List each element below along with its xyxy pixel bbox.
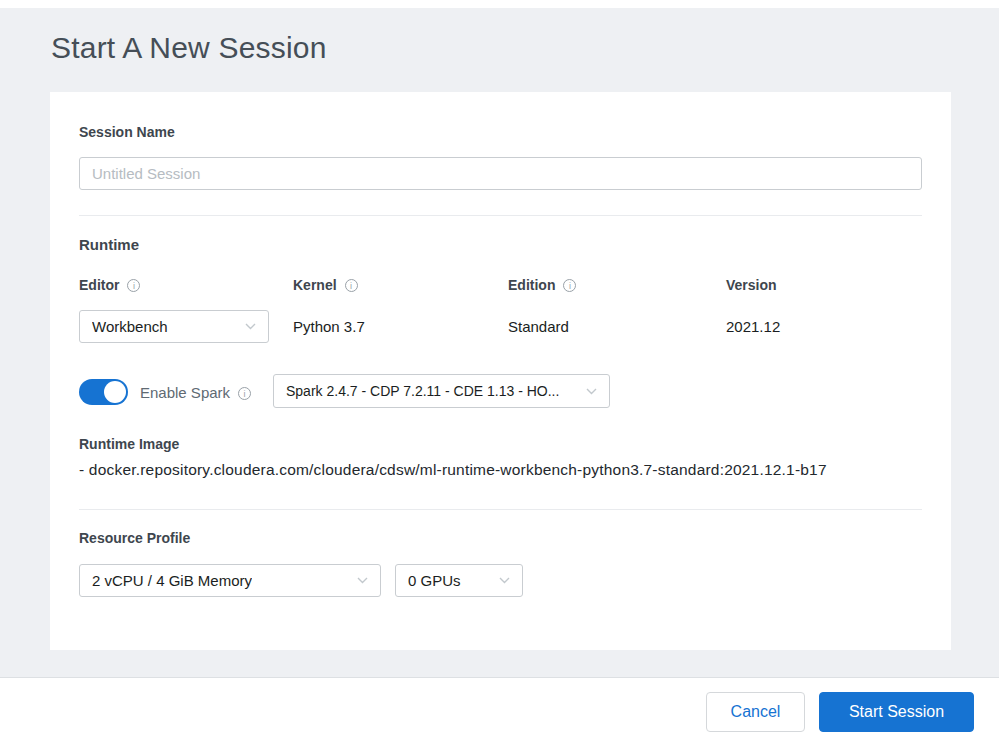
session-name-label: Session Name xyxy=(79,124,175,140)
version-value: 2021.12 xyxy=(726,318,780,335)
enable-spark-toggle[interactable] xyxy=(79,379,128,405)
chevron-down-icon xyxy=(245,323,256,330)
resource-profile-label: Resource Profile xyxy=(79,530,190,546)
editor-select[interactable]: Workbench xyxy=(79,310,269,343)
kernel-value: Python 3.7 xyxy=(293,318,365,335)
edition-info-icon[interactable]: i xyxy=(563,279,576,292)
kernel-label: Kerneli xyxy=(293,277,358,293)
version-label: Version xyxy=(726,277,777,293)
divider xyxy=(79,215,922,216)
spark-version-select[interactable]: Spark 2.4.7 - CDP 7.2.11 - CDE 1.13 - HO… xyxy=(273,374,610,408)
footer-bar: Cancel Start Session xyxy=(0,677,999,744)
session-form-card: Session Name Runtime Editori Kerneli Edi… xyxy=(50,92,951,650)
cpu-memory-select[interactable]: 2 vCPU / 4 GiB Memory xyxy=(79,564,381,597)
session-name-input[interactable] xyxy=(79,157,922,190)
gpu-select[interactable]: 0 GPUs xyxy=(395,564,523,597)
runtime-image-value: - docker.repository.cloudera.com/clouder… xyxy=(79,461,827,479)
page-title: Start A New Session xyxy=(51,31,327,65)
editor-label: Editori xyxy=(79,277,140,293)
toggle-knob xyxy=(104,381,126,403)
runtime-image-label: Runtime Image xyxy=(79,436,179,452)
chevron-down-icon xyxy=(499,577,510,584)
start-session-button[interactable]: Start Session xyxy=(819,692,974,732)
chevron-down-icon xyxy=(357,577,368,584)
start-session-page: Start A New Session Session Name Runtime… xyxy=(0,0,999,744)
enable-spark-label: Enable Sparki xyxy=(140,384,251,401)
edition-value: Standard xyxy=(508,318,569,335)
cancel-button[interactable]: Cancel xyxy=(706,692,805,732)
runtime-section-label: Runtime xyxy=(79,236,139,253)
edition-label: Editioni xyxy=(508,277,576,293)
editor-info-icon[interactable]: i xyxy=(127,279,140,292)
divider xyxy=(79,509,922,510)
spark-info-icon[interactable]: i xyxy=(238,387,251,400)
kernel-info-icon[interactable]: i xyxy=(345,279,358,292)
chevron-down-icon xyxy=(586,388,597,395)
top-strip xyxy=(0,0,999,8)
